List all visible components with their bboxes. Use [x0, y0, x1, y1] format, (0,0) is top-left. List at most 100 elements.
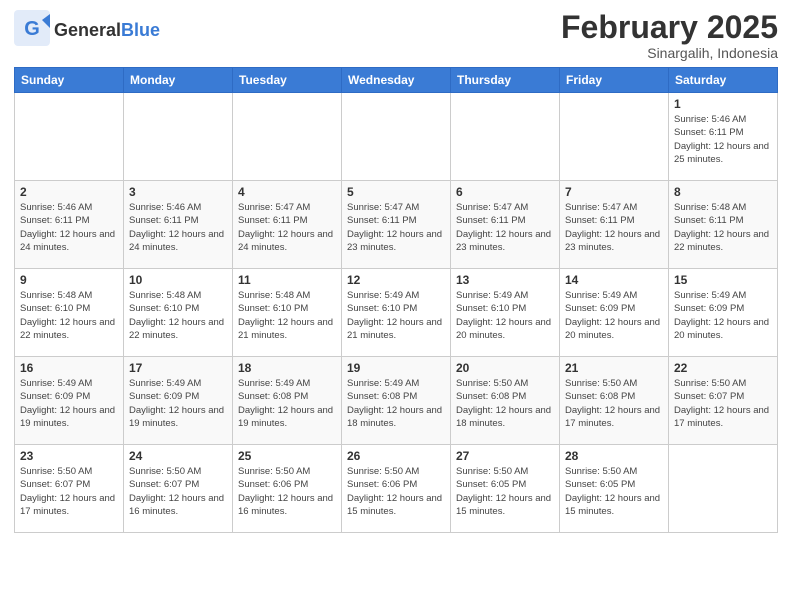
- logo-text: GeneralBlue: [54, 21, 160, 41]
- day-cell-2-1: 10 Sunrise: 5:48 AM Sunset: 6:10 PM Dayli…: [124, 269, 233, 357]
- logo-general: GeneralBlue: [54, 21, 160, 41]
- day-info: Sunrise: 5:49 AM Sunset: 6:09 PM Dayligh…: [674, 289, 772, 342]
- day-number: 10: [129, 273, 227, 287]
- day-number: 26: [347, 449, 445, 463]
- day-number: 14: [565, 273, 663, 287]
- day-cell-3-2: 18 Sunrise: 5:49 AM Sunset: 6:08 PM Dayli…: [233, 357, 342, 445]
- day-cell-1-3: 5 Sunrise: 5:47 AM Sunset: 6:11 PM Daylig…: [342, 181, 451, 269]
- day-cell-2-2: 11 Sunrise: 5:48 AM Sunset: 6:10 PM Dayli…: [233, 269, 342, 357]
- day-cell-0-2: [233, 93, 342, 181]
- col-friday: Friday: [560, 68, 669, 93]
- day-info: Sunrise: 5:50 AM Sunset: 6:05 PM Dayligh…: [456, 465, 554, 518]
- day-info: Sunrise: 5:48 AM Sunset: 6:10 PM Dayligh…: [20, 289, 118, 342]
- day-cell-1-1: 3 Sunrise: 5:46 AM Sunset: 6:11 PM Daylig…: [124, 181, 233, 269]
- day-info: Sunrise: 5:47 AM Sunset: 6:11 PM Dayligh…: [347, 201, 445, 254]
- day-info: Sunrise: 5:50 AM Sunset: 6:07 PM Dayligh…: [674, 377, 772, 430]
- day-info: Sunrise: 5:47 AM Sunset: 6:11 PM Dayligh…: [456, 201, 554, 254]
- col-thursday: Thursday: [451, 68, 560, 93]
- day-cell-2-3: 12Sunrise: 5:49 AM Sunset: 6:10 PM Dayli…: [342, 269, 451, 357]
- day-cell-1-4: 6 Sunrise: 5:47 AM Sunset: 6:11 PM Daylig…: [451, 181, 560, 269]
- logo-icon: G: [14, 10, 50, 46]
- day-number: 20: [456, 361, 554, 375]
- day-cell-3-5: 21 Sunrise: 5:50 AM Sunset: 6:08 PM Dayli…: [560, 357, 669, 445]
- day-info: Sunrise: 5:50 AM Sunset: 6:07 PM Dayligh…: [129, 465, 227, 518]
- day-cell-4-6: [669, 445, 778, 533]
- day-cell-1-5: 7 Sunrise: 5:47 AM Sunset: 6:11 PM Daylig…: [560, 181, 669, 269]
- day-info: Sunrise: 5:49 AM Sunset: 6:09 PM Dayligh…: [565, 289, 663, 342]
- day-number: 4: [238, 185, 336, 199]
- day-info: Sunrise: 5:49 AM Sunset: 6:10 PM Dayligh…: [456, 289, 554, 342]
- header: G GeneralBlue February 2025 Sinargalih, …: [14, 10, 778, 61]
- day-info: Sunrise: 5:47 AM Sunset: 6:11 PM Dayligh…: [565, 201, 663, 254]
- day-info: Sunrise: 5:49 AM Sunset: 6:08 PM Dayligh…: [238, 377, 336, 430]
- calendar-header-row: Sunday Monday Tuesday Wednesday Thursday…: [15, 68, 778, 93]
- week-row-1: 2 Sunrise: 5:46 AM Sunset: 6:11 PM Daylig…: [15, 181, 778, 269]
- day-info: Sunrise: 5:50 AM Sunset: 6:06 PM Dayligh…: [238, 465, 336, 518]
- day-cell-0-0: [15, 93, 124, 181]
- day-cell-4-0: 23 Sunrise: 5:50 AM Sunset: 6:07 PM Dayli…: [15, 445, 124, 533]
- day-cell-0-5: [560, 93, 669, 181]
- day-cell-3-6: 22 Sunrise: 5:50 AM Sunset: 6:07 PM Dayli…: [669, 357, 778, 445]
- day-number: 11: [238, 273, 336, 287]
- day-cell-3-4: 20 Sunrise: 5:50 AM Sunset: 6:08 PM Dayli…: [451, 357, 560, 445]
- title-section: February 2025 Sinargalih, Indonesia: [561, 10, 778, 61]
- week-row-4: 23 Sunrise: 5:50 AM Sunset: 6:07 PM Dayli…: [15, 445, 778, 533]
- day-cell-4-1: 24 Sunrise: 5:50 AM Sunset: 6:07 PM Dayli…: [124, 445, 233, 533]
- day-info: Sunrise: 5:46 AM Sunset: 6:11 PM Dayligh…: [20, 201, 118, 254]
- day-number: 15: [674, 273, 772, 287]
- week-row-2: 9 Sunrise: 5:48 AM Sunset: 6:10 PM Daylig…: [15, 269, 778, 357]
- col-tuesday: Tuesday: [233, 68, 342, 93]
- page-container: G GeneralBlue February 2025 Sinargalih, …: [0, 0, 792, 539]
- day-cell-4-2: 25Sunrise: 5:50 AM Sunset: 6:06 PM Dayli…: [233, 445, 342, 533]
- logo: G GeneralBlue: [14, 10, 160, 51]
- col-wednesday: Wednesday: [342, 68, 451, 93]
- svg-text:G: G: [24, 18, 40, 40]
- day-cell-0-4: [451, 93, 560, 181]
- day-cell-0-3: [342, 93, 451, 181]
- day-cell-1-6: 8Sunrise: 5:48 AM Sunset: 6:11 PM Daylig…: [669, 181, 778, 269]
- day-number: 2: [20, 185, 118, 199]
- day-info: Sunrise: 5:49 AM Sunset: 6:10 PM Dayligh…: [347, 289, 445, 342]
- day-cell-2-4: 13Sunrise: 5:49 AM Sunset: 6:10 PM Dayli…: [451, 269, 560, 357]
- day-info: Sunrise: 5:50 AM Sunset: 6:08 PM Dayligh…: [456, 377, 554, 430]
- day-number: 7: [565, 185, 663, 199]
- day-info: Sunrise: 5:50 AM Sunset: 6:07 PM Dayligh…: [20, 465, 118, 518]
- day-number: 3: [129, 185, 227, 199]
- day-number: 22: [674, 361, 772, 375]
- month-title: February 2025: [561, 10, 778, 45]
- day-cell-1-0: 2 Sunrise: 5:46 AM Sunset: 6:11 PM Daylig…: [15, 181, 124, 269]
- day-number: 21: [565, 361, 663, 375]
- day-cell-2-6: 15 Sunrise: 5:49 AM Sunset: 6:09 PM Dayli…: [669, 269, 778, 357]
- day-number: 18: [238, 361, 336, 375]
- day-cell-0-6: 1Sunrise: 5:46 AM Sunset: 6:11 PM Daylig…: [669, 93, 778, 181]
- day-info: Sunrise: 5:50 AM Sunset: 6:05 PM Dayligh…: [565, 465, 663, 518]
- col-saturday: Saturday: [669, 68, 778, 93]
- day-cell-3-1: 17Sunrise: 5:49 AM Sunset: 6:09 PM Dayli…: [124, 357, 233, 445]
- day-number: 24: [129, 449, 227, 463]
- week-row-0: 1Sunrise: 5:46 AM Sunset: 6:11 PM Daylig…: [15, 93, 778, 181]
- day-number: 27: [456, 449, 554, 463]
- day-info: Sunrise: 5:46 AM Sunset: 6:11 PM Dayligh…: [129, 201, 227, 254]
- day-info: Sunrise: 5:49 AM Sunset: 6:09 PM Dayligh…: [129, 377, 227, 430]
- day-cell-4-5: 28 Sunrise: 5:50 AM Sunset: 6:05 PM Dayli…: [560, 445, 669, 533]
- day-number: 19: [347, 361, 445, 375]
- day-number: 5: [347, 185, 445, 199]
- day-cell-3-0: 16Sunrise: 5:49 AM Sunset: 6:09 PM Dayli…: [15, 357, 124, 445]
- day-cell-4-3: 26Sunrise: 5:50 AM Sunset: 6:06 PM Dayli…: [342, 445, 451, 533]
- day-cell-2-5: 14 Sunrise: 5:49 AM Sunset: 6:09 PM Dayli…: [560, 269, 669, 357]
- logo-graphic: G: [14, 10, 50, 51]
- col-sunday: Sunday: [15, 68, 124, 93]
- day-info: Sunrise: 5:47 AM Sunset: 6:11 PM Dayligh…: [238, 201, 336, 254]
- week-row-3: 16Sunrise: 5:49 AM Sunset: 6:09 PM Dayli…: [15, 357, 778, 445]
- day-number: 23: [20, 449, 118, 463]
- day-number: 9: [20, 273, 118, 287]
- day-number: 6: [456, 185, 554, 199]
- day-info: Sunrise: 5:48 AM Sunset: 6:10 PM Dayligh…: [129, 289, 227, 342]
- day-cell-3-3: 19Sunrise: 5:49 AM Sunset: 6:08 PM Dayli…: [342, 357, 451, 445]
- day-number: 28: [565, 449, 663, 463]
- day-cell-1-2: 4 Sunrise: 5:47 AM Sunset: 6:11 PM Daylig…: [233, 181, 342, 269]
- day-cell-0-1: [124, 93, 233, 181]
- day-cell-4-4: 27 Sunrise: 5:50 AM Sunset: 6:05 PM Dayli…: [451, 445, 560, 533]
- day-info: Sunrise: 5:50 AM Sunset: 6:08 PM Dayligh…: [565, 377, 663, 430]
- day-info: Sunrise: 5:48 AM Sunset: 6:10 PM Dayligh…: [238, 289, 336, 342]
